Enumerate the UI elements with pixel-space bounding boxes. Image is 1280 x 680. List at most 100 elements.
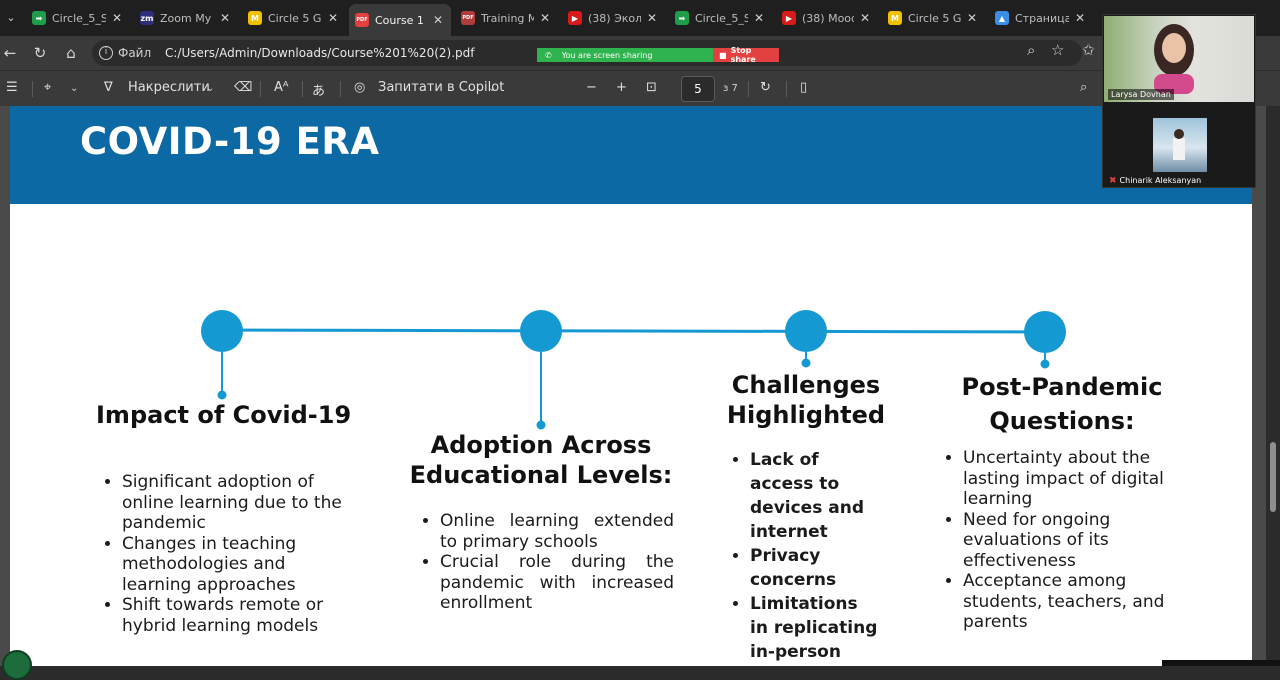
tab-label: Course 1 (2) [375,13,427,27]
participant-video-2 [1153,118,1207,172]
tab-list-dropdown-icon[interactable]: ⌄ [0,6,22,30]
page-number-input[interactable]: 5 [681,76,715,102]
node-title-post-pandemic: Post-Pandemic Questions: [946,370,1178,438]
eraser-icon[interactable]: ⌫ [234,80,252,95]
highlight-icon[interactable]: ⌖ [44,80,51,95]
browser-tab[interactable]: ▶ (38) Moodle ✕ [776,4,878,32]
search-icon[interactable]: ⌕ [1080,80,1087,95]
title-line: Challenges [731,371,881,399]
tab-favicon-icon: ➡ [32,11,46,25]
browser-tab[interactable]: ▶ (38) Эколог ✕ [562,4,665,32]
list-item: Uncertainty about the lasting impact of … [963,448,1177,510]
tab-close-icon[interactable]: ✕ [538,11,552,25]
list-item: Privacy concerns [750,544,878,592]
list-item: Limitations in replicating in-person int… [750,592,878,666]
node-title-impact: Impact of Covid-19 [96,401,352,429]
title-line: Adoption Across [430,431,652,459]
title-line: Highlighted [726,401,886,429]
browser-tab[interactable]: M Circle 5 Gro ✕ [882,4,985,32]
participant-name-2: Chinarik Aleksanyan [1119,176,1202,185]
connector-dot [801,358,811,368]
title-line: Post-Pandemic [961,373,1163,401]
tab-favicon-icon: ▶ [782,11,796,25]
tab-favicon-icon: PDF [461,11,475,25]
title-line: Educational Levels: [409,461,673,489]
screen-share-message: You are screen sharing [561,50,653,60]
browser-tab[interactable]: PDF Training Ma ✕ [455,4,558,32]
rotate-icon[interactable]: ↻ [760,80,771,95]
node-points-impact: Significant adoption of online learning … [100,472,360,636]
home-icon[interactable]: ⌂ [61,43,81,63]
list-item: Significant adoption of online learning … [122,472,360,534]
timeline-node [785,310,827,352]
pdf-page: COVID-19 ERA Impact of Covid-19 Signific… [10,106,1252,666]
tab-close-icon[interactable]: ✕ [326,11,340,25]
ask-copilot-button[interactable]: Запитати в Copilot [378,80,504,95]
timeline-node [1024,311,1066,353]
chevron-down-icon[interactable]: ⌄ [488,83,496,94]
tab-close-icon[interactable]: ✕ [431,13,445,27]
tab-close-icon[interactable]: ✕ [218,11,232,25]
tab-favicon-icon: zm [140,11,154,25]
tab-label: Circle 5 Gro [268,11,322,25]
node-points-challenges: Lack of access to devices and internet P… [728,448,878,666]
site-info-icon[interactable]: i [99,46,113,60]
vertical-scrollbar[interactable] [1266,106,1280,666]
contents-icon[interactable]: ☰ [6,80,18,95]
connector-dot [217,390,227,400]
browser-tab[interactable]: ➡ Circle_5_Sch ✕ [669,4,772,32]
tab-close-icon[interactable]: ✕ [965,11,979,25]
divider [786,81,787,97]
translate-icon[interactable]: あ [312,80,325,99]
browser-tab[interactable]: M Circle 5 Gro ✕ [242,4,346,32]
draw-button[interactable]: Накреслити [128,80,210,95]
chevron-down-icon[interactable]: ⌄ [70,83,78,94]
draw-icon[interactable]: ∇ [104,80,113,95]
chevron-down-icon[interactable]: ⌄ [206,83,214,94]
list-item: Need for ongoing evaluations of its effe… [963,510,1177,572]
zoom-page-icon[interactable]: ⌕ [1027,41,1035,59]
url-scheme: Файл [118,46,152,60]
browser-tab[interactable]: zm Zoom My N ✕ [134,4,238,32]
scrollbar-thumb[interactable] [1270,442,1276,512]
timeline-node [201,310,243,352]
zoom-in-icon[interactable]: + [616,80,627,95]
pdf-viewer: COVID-19 ERA Impact of Covid-19 Signific… [0,106,1280,666]
back-icon[interactable]: ← [0,43,20,63]
url-path: C:/Users/Admin/Downloads/Course%201%20(2… [164,46,475,60]
title-line: Questions: [989,407,1135,435]
connector-dot [1040,359,1050,369]
tab-close-icon[interactable]: ✕ [1073,11,1087,25]
reload-icon[interactable]: ↻ [30,43,50,63]
zoom-participants-panel[interactable]: Larysa Dovhan ✖ Chinarik Aleksanyan [1102,14,1256,188]
tab-label: Zoom My N [160,11,214,25]
favorites-icon[interactable]: ✩ [1082,41,1095,59]
list-item: Shift towards remote or hybrid learning … [122,595,360,636]
read-aloud-icon[interactable]: Aᴬ [274,80,289,95]
stop-share-button[interactable]: ■ Stop share [713,46,779,64]
tab-close-icon[interactable]: ✕ [858,11,872,25]
list-item: Online learning extended to primary scho… [440,511,674,552]
stop-icon: ■ [719,50,727,60]
browser-tab[interactable]: PDF Course 1 (2) ✕ [349,4,451,36]
copilot-icon[interactable]: ◎ [354,80,365,95]
favorite-star-icon[interactable]: ☆ [1051,41,1064,59]
app-status-icon[interactable] [2,650,32,680]
tab-close-icon[interactable]: ✕ [645,11,659,25]
timeline-node [520,310,562,352]
zoom-out-icon[interactable]: − [586,80,597,95]
browser-tab[interactable]: ▲ Страница н ✕ [989,4,1093,32]
list-item: Changes in teaching methodologies and le… [122,534,360,596]
divider [302,81,303,97]
phone-icon: ✆ [545,50,552,60]
tab-favicon-icon: M [888,11,902,25]
tab-close-icon[interactable]: ✕ [752,11,766,25]
tab-label: Circle_5_Sch [695,11,748,25]
browser-tab[interactable]: ➡ Circle_5_Sch ✕ [26,4,130,32]
page-view-icon[interactable]: ▯ [800,80,807,95]
connector-dot [536,420,546,430]
tab-close-icon[interactable]: ✕ [110,11,124,25]
fit-page-icon[interactable]: ⊡ [646,80,657,95]
timeline-line [221,328,1046,334]
mic-muted-icon: ✖ [1109,176,1117,186]
